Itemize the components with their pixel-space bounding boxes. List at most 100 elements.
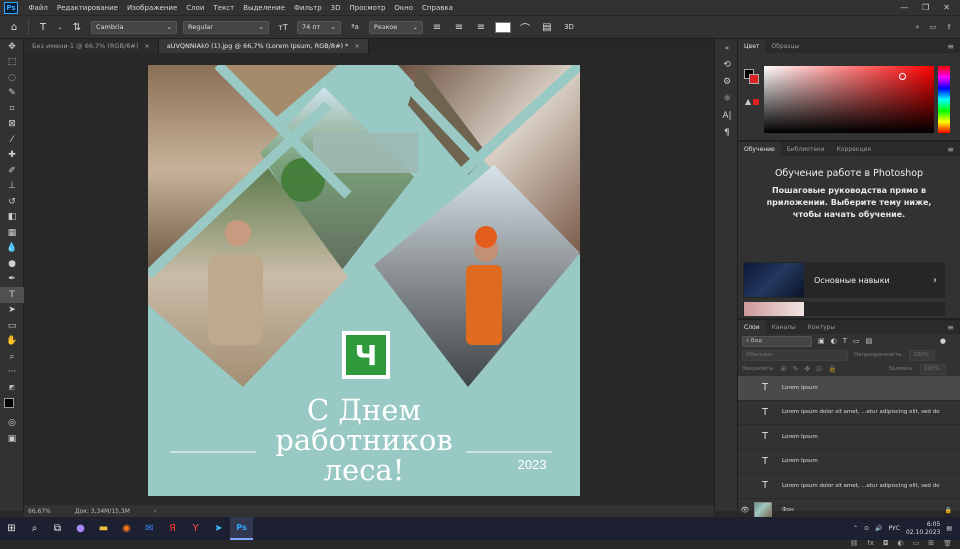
history-icon[interactable]: ⟲ [715, 56, 739, 73]
default-colors-icon[interactable]: ◩ [0, 380, 24, 396]
yandex-icon[interactable]: Я [161, 517, 184, 540]
chevron-up-icon[interactable]: ⌃ [853, 525, 858, 532]
firefox-icon[interactable]: ◉ [115, 517, 138, 540]
yandex-browser-icon[interactable]: Y [184, 517, 207, 540]
menu-window[interactable]: Окно [390, 4, 418, 12]
close-icon[interactable]: × [144, 42, 149, 50]
opacity-input[interactable]: 100% [909, 349, 936, 361]
character-panel-icon[interactable]: ▤ [539, 19, 555, 35]
crop-tool-icon[interactable]: ⌗ [0, 101, 24, 117]
clock[interactable]: 6:05 02.10.2023 [906, 521, 940, 537]
eye-icon[interactable]: 👁 [738, 506, 752, 514]
path-select-tool-icon[interactable]: ➤ [0, 303, 24, 319]
stamp-tool-icon[interactable]: ⊥ [0, 179, 24, 195]
notifications-icon[interactable]: ▤ [946, 525, 952, 532]
share-icon[interactable]: ⇪ [946, 23, 952, 31]
filter-adjust-icon[interactable]: ◐ [831, 337, 837, 345]
learn-card-next[interactable] [743, 302, 945, 316]
color-swatches[interactable] [0, 396, 24, 416]
tab-color[interactable]: Цвет [738, 39, 766, 53]
frame-tool-icon[interactable]: ⊠ [0, 117, 24, 133]
artboard[interactable]: Ч С Днем работников леса! 2023 [148, 65, 580, 496]
menu-select[interactable]: Выделение [239, 4, 290, 12]
fill-input[interactable]: 100% [920, 363, 946, 375]
align-center-icon[interactable]: ≡ [451, 19, 467, 35]
restore-icon[interactable]: ❐ [922, 3, 929, 12]
character-icon[interactable]: A| [715, 107, 739, 124]
pen-tool-icon[interactable]: ✒ [0, 272, 24, 288]
layer-row[interactable]: T Lorem Ipsum [738, 450, 960, 474]
filter-smart-icon[interactable]: ▤ [866, 337, 873, 345]
language-indicator[interactable]: РУС [889, 525, 900, 532]
learn-card-basics[interactable]: Основные навыки › [743, 262, 945, 298]
menu-image[interactable]: Изображение [122, 4, 181, 12]
paragraph-icon[interactable]: ¶ [715, 124, 739, 141]
layer-filter-select[interactable]: ⌕ Вид [742, 335, 812, 347]
gradient-tool-icon[interactable]: ▦ [0, 225, 24, 241]
quick-mask-icon[interactable]: ◎ [0, 416, 24, 432]
eraser-tool-icon[interactable]: ◧ [0, 210, 24, 226]
menu-help[interactable]: Справка [418, 4, 458, 12]
home-icon[interactable]: ⌂ [6, 19, 22, 35]
foreground-color[interactable] [4, 397, 14, 408]
menu-edit[interactable]: Редактирование [52, 4, 122, 12]
tab-adjustments[interactable]: Коррекция [831, 142, 877, 156]
tab-paths[interactable]: Контуры [802, 320, 841, 334]
type-tool-icon[interactable]: T [0, 287, 24, 303]
tab-learn[interactable]: Обучение [738, 142, 781, 156]
canvas-area[interactable]: Ч С Днем работников леса! 2023 [24, 53, 714, 505]
text-color-swatch[interactable] [495, 21, 511, 33]
lock-artboard-icon[interactable]: ⊡ [816, 365, 822, 373]
outlook-icon[interactable]: ✉ [138, 517, 161, 540]
3d-icon[interactable]: 3D [561, 19, 577, 35]
menu-layers[interactable]: Слои [182, 4, 209, 12]
filter-pixel-icon[interactable]: ▣ [818, 337, 825, 345]
telegram-icon[interactable]: ➤ [207, 517, 230, 540]
hue-slider[interactable] [938, 66, 950, 133]
layer-row[interactable]: T Lorem ipsum dolor sit amet, ...etur ad… [738, 401, 960, 425]
volume-icon[interactable]: 🔊 [875, 525, 882, 532]
type-tool-icon[interactable]: T [35, 19, 51, 35]
dodge-tool-icon[interactable]: ● [0, 256, 24, 272]
more-tools-icon[interactable]: ··· [0, 365, 24, 381]
web-color-chip[interactable] [753, 99, 759, 105]
antialias-select[interactable]: Резкое ⌄ [369, 20, 423, 34]
menu-type[interactable]: Текст [209, 4, 239, 12]
network-icon[interactable]: ⊙ [864, 525, 869, 532]
lock-move-icon[interactable]: ✥ [804, 365, 810, 373]
zoom-tool-icon[interactable]: ⌕ [0, 349, 24, 365]
chevron-right-icon[interactable]: › [154, 508, 156, 515]
panel-menu-icon[interactable]: ≡ [947, 145, 960, 154]
task-view-icon[interactable]: ⧉ [46, 517, 69, 540]
search-icon[interactable]: ⌕ [23, 517, 46, 540]
layer-name[interactable]: Lorem Ipsum [782, 385, 818, 391]
properties-icon[interactable]: ⚙ [715, 73, 739, 90]
tab-layers[interactable]: Слои [738, 320, 766, 334]
windows-start-icon[interactable]: ⊞ [0, 517, 23, 540]
filter-type-icon[interactable]: T [843, 337, 847, 345]
tab-channels[interactable]: Каналы [766, 320, 802, 334]
workspace-icon[interactable]: ▭ [930, 23, 937, 31]
chevron-down-icon[interactable]: ⌄ [57, 19, 63, 35]
hand-tool-icon[interactable]: ✋ [0, 334, 24, 350]
tab-libraries[interactable]: Библиотеки [781, 142, 831, 156]
collapse-icon[interactable]: « [715, 39, 739, 56]
adjustments-icon[interactable]: ☼ [715, 90, 739, 107]
layer-name[interactable]: Lorem ipsum dolor sit amet, ...etur adip… [782, 409, 940, 415]
move-tool-icon[interactable]: ✥ [0, 39, 24, 55]
close-icon[interactable]: ✕ [943, 3, 950, 12]
align-left-icon[interactable]: ≡ [429, 19, 445, 35]
shape-tool-icon[interactable]: ▭ [0, 318, 24, 334]
panel-menu-icon[interactable]: ≡ [947, 323, 960, 332]
color-field[interactable] [764, 66, 934, 133]
layer-row[interactable]: T Lorem ipsum dolor sit amet, ...etur ad… [738, 474, 960, 499]
explorer-icon[interactable]: ▬ [92, 517, 115, 540]
filter-shape-icon[interactable]: ▭ [853, 337, 860, 345]
lasso-tool-icon[interactable]: ◌ [0, 70, 24, 86]
font-family-select[interactable]: Cambria ⌄ [91, 20, 177, 34]
lock-pixels-icon[interactable]: ⊞ [781, 365, 787, 373]
menu-view[interactable]: Просмотр [345, 4, 390, 12]
close-icon[interactable]: × [354, 42, 359, 50]
alice-icon[interactable]: ● [69, 517, 92, 540]
history-brush-tool-icon[interactable]: ↺ [0, 194, 24, 210]
